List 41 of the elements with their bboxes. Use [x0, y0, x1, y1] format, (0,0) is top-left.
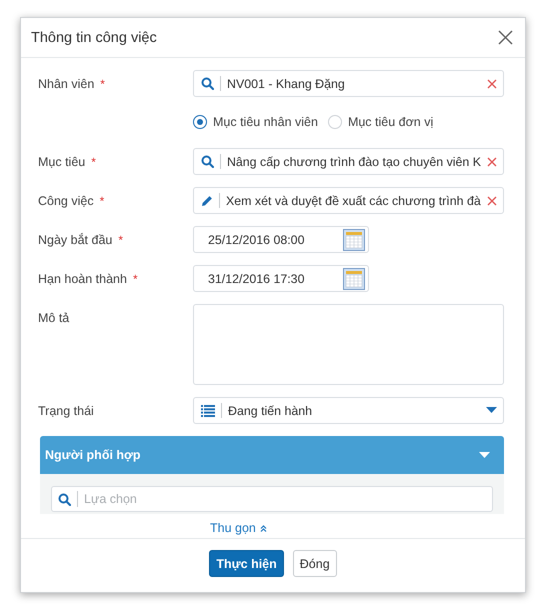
chevron-up-icon [260, 524, 267, 532]
description-field[interactable] [193, 304, 504, 385]
status-select[interactable]: Đang tiến hành [193, 397, 504, 424]
date-field[interactable]: 31/12/2016 17:30 [193, 265, 369, 292]
list-icon [201, 404, 215, 416]
radio-label[interactable]: Mục tiêu nhân viên [213, 115, 318, 129]
required-mark: * [100, 76, 105, 90]
submit-button[interactable]: Thực hiện [209, 550, 284, 577]
close-button[interactable]: Đóng [292, 550, 337, 577]
field-label: Ngày bắt đầu [38, 232, 112, 246]
caret-icon[interactable] [486, 407, 497, 414]
required-mark: * [100, 194, 104, 208]
calendar-icon[interactable] [343, 228, 365, 250]
pencil-icon [201, 194, 213, 206]
caret-icon[interactable] [479, 452, 490, 458]
collapse-link[interactable]: Thu gọn [210, 518, 267, 538]
lookup-field[interactable]: NV001 - Khang Đặng [193, 70, 504, 97]
search-icon [201, 77, 214, 90]
calendar-icon[interactable] [343, 268, 365, 290]
dialog-title: Thông tin công việc [31, 30, 157, 46]
lookup-field[interactable]: Nâng cấp chương trình đào tạo chuyên viên K [193, 148, 504, 175]
field-label: Mô tả [38, 310, 70, 324]
field-label: Hạn hoàn thành [38, 272, 127, 286]
search-icon [201, 155, 214, 168]
required-mark: * [132, 272, 138, 286]
clear-icon[interactable] [487, 156, 497, 166]
panel-title: Người phối hợp [45, 448, 141, 462]
text-field[interactable]: Xem xét và duyệt đề xuất các chương trình đà [193, 187, 504, 214]
close-icon[interactable] [498, 30, 513, 45]
field-label: Nhân viên [38, 76, 94, 90]
search-icon [58, 492, 71, 506]
required-mark: * [118, 232, 124, 246]
field-label: Trạng thái [38, 404, 94, 418]
field-label: Công việc [38, 194, 94, 208]
clear-icon[interactable] [487, 196, 497, 206]
field-label: Mục tiêu [38, 154, 86, 168]
date-field[interactable]: 25/12/2016 08:00 [193, 226, 369, 253]
radio-label[interactable]: Mục tiêu đơn vị [348, 115, 434, 129]
radio-button[interactable] [193, 115, 207, 129]
required-mark: * [91, 154, 96, 168]
clear-icon[interactable] [487, 78, 497, 88]
